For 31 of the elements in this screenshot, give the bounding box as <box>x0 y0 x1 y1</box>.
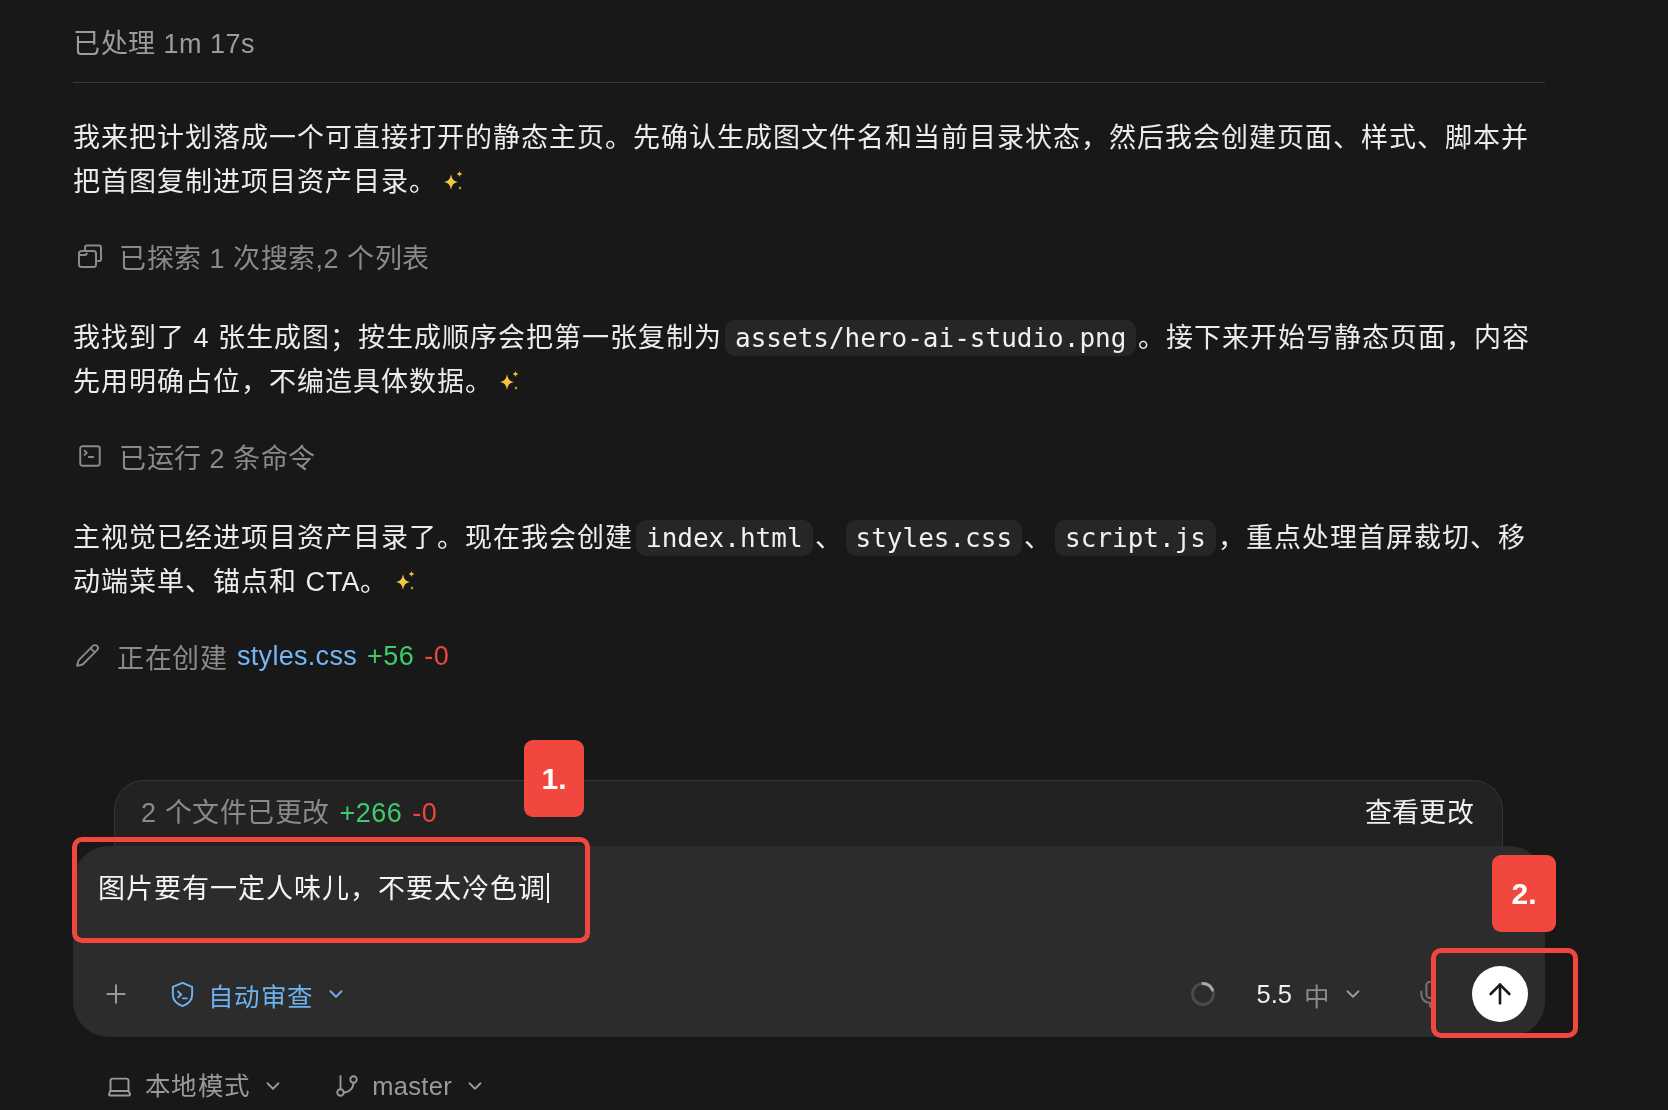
activity-summary[interactable]: 已运行 2 条命令 <box>73 436 316 476</box>
added-count: +266 <box>339 797 403 830</box>
model-selector[interactable]: 5.5 中 <box>1256 975 1364 1013</box>
message-input[interactable]: 图片要有一定人味儿，不要太冷色调 <box>98 869 549 909</box>
git-branch-icon <box>334 1073 361 1099</box>
message-text: 我找到了 4 张生成图；按生成顺序会把第一张复制为 assets/hero-ai-studio.png 。接下来开始写静态页面，内容先用明确占位，不编造具体数据。 <box>73 316 1545 404</box>
processing-time-label: 已处理 1m 17s <box>73 28 256 61</box>
added-count: +56 <box>367 640 415 672</box>
mode-dropdown[interactable]: 本地模式 <box>106 1066 285 1106</box>
annotation-label: 2. <box>1492 855 1556 932</box>
loading-spinner-icon <box>1189 981 1216 1007</box>
activity-text: 正在创建 <box>117 642 227 676</box>
annotation-label: 1. <box>524 740 584 817</box>
text-cursor <box>547 873 549 903</box>
branch-dropdown[interactable]: master <box>334 1066 486 1106</box>
pencil-icon <box>75 643 100 668</box>
removed-count: -0 <box>412 797 438 830</box>
file-link[interactable]: styles.css <box>237 640 358 672</box>
changes-summary: 2 个文件已更改 <box>141 797 330 830</box>
removed-count: -0 <box>424 640 450 672</box>
shield-terminal-icon <box>169 980 196 1008</box>
view-changes-button[interactable]: 查看更改 <box>1364 796 1474 830</box>
send-button[interactable] <box>1472 966 1528 1022</box>
microphone-icon <box>1420 980 1431 1008</box>
activity-summary[interactable]: 已探索 1 次搜索,2 个列表 <box>73 236 430 276</box>
message-text: 主视觉已经进项目资产目录了。现在我会创建 index.html 、 styles.css 、 script.js ，重点处理首屏裁切、移动端菜单、锚点和 CTA。 <box>73 516 1545 604</box>
approval-mode-dropdown[interactable]: 自动审查 <box>169 975 348 1013</box>
overlapping-squares-icon <box>77 243 103 269</box>
terminal-icon <box>77 443 103 469</box>
microphone-button[interactable] <box>1420 980 1431 1008</box>
message-text: 我来把计划落成一个可直接打开的静态主页。先确认生成图文件名和当前目录状态，然后我会创建页面、样式、脚本并把首图复制进项目资产目录。 <box>73 122 1530 199</box>
